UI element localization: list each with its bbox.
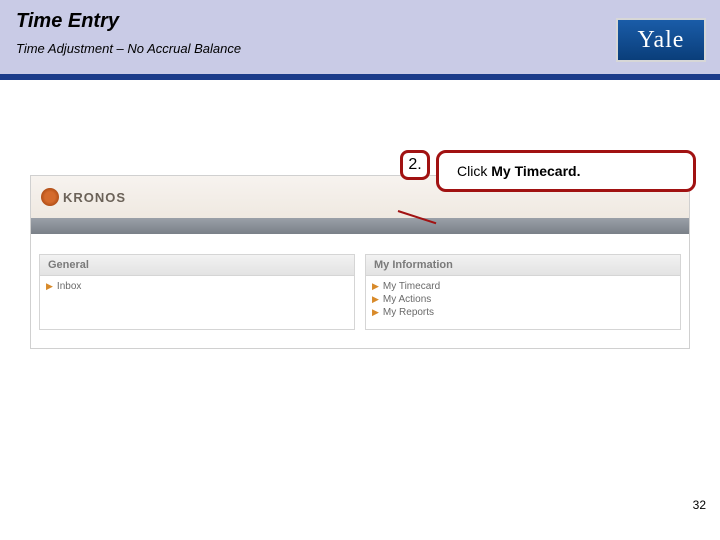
arrow-icon: ▶ [372,294,379,305]
page-title: Time Entry [16,10,704,33]
app-nav-bar [31,218,689,234]
kronos-logo: KRONOS [41,188,126,206]
link-my-timecard[interactable]: ▶ My Timecard [372,280,674,293]
page-subtitle: Time Adjustment – No Accrual Balance [16,41,704,56]
link-label: Inbox [57,281,81,292]
panel-myinfo-title: My Information [366,255,680,276]
arrow-icon: ▶ [372,281,379,292]
slide-header: Time Entry Time Adjustment – No Accrual … [0,0,720,80]
kronos-brand-text: KRONOS [63,190,126,205]
app-body: General ▶ Inbox My Information ▶ My Time… [31,234,689,348]
link-label: My Reports [383,307,434,318]
link-my-reports[interactable]: ▶ My Reports [372,306,674,319]
step-number-badge: 2. [400,150,430,180]
link-label: My Actions [383,294,431,305]
arrow-icon: ▶ [372,307,379,318]
yale-logo: Yale [616,18,706,62]
panel-myinfo-body: ▶ My Timecard ▶ My Actions ▶ My Reports [366,276,680,329]
slide-content: 2. Click My Timecard. KRONOS General ▶ I… [0,80,720,520]
link-inbox[interactable]: ▶ Inbox [46,280,348,293]
instruction-callout: 2. Click My Timecard. [400,150,696,192]
arrow-icon: ▶ [46,281,53,292]
link-label: My Timecard [383,281,440,292]
link-my-actions[interactable]: ▶ My Actions [372,293,674,306]
panel-general-title: General [40,255,354,276]
panel-general: General ▶ Inbox [39,254,355,330]
instruction-text-bold: My Timecard. [491,163,580,179]
gear-icon [41,188,59,206]
page-number: 32 [693,498,706,512]
instruction-box: Click My Timecard. [436,150,696,192]
panel-general-body: ▶ Inbox [40,276,354,303]
instruction-text-prefix: Click [457,163,491,179]
panel-my-information: My Information ▶ My Timecard ▶ My Action… [365,254,681,330]
kronos-screenshot: KRONOS General ▶ Inbox My Information ▶ [30,175,690,349]
